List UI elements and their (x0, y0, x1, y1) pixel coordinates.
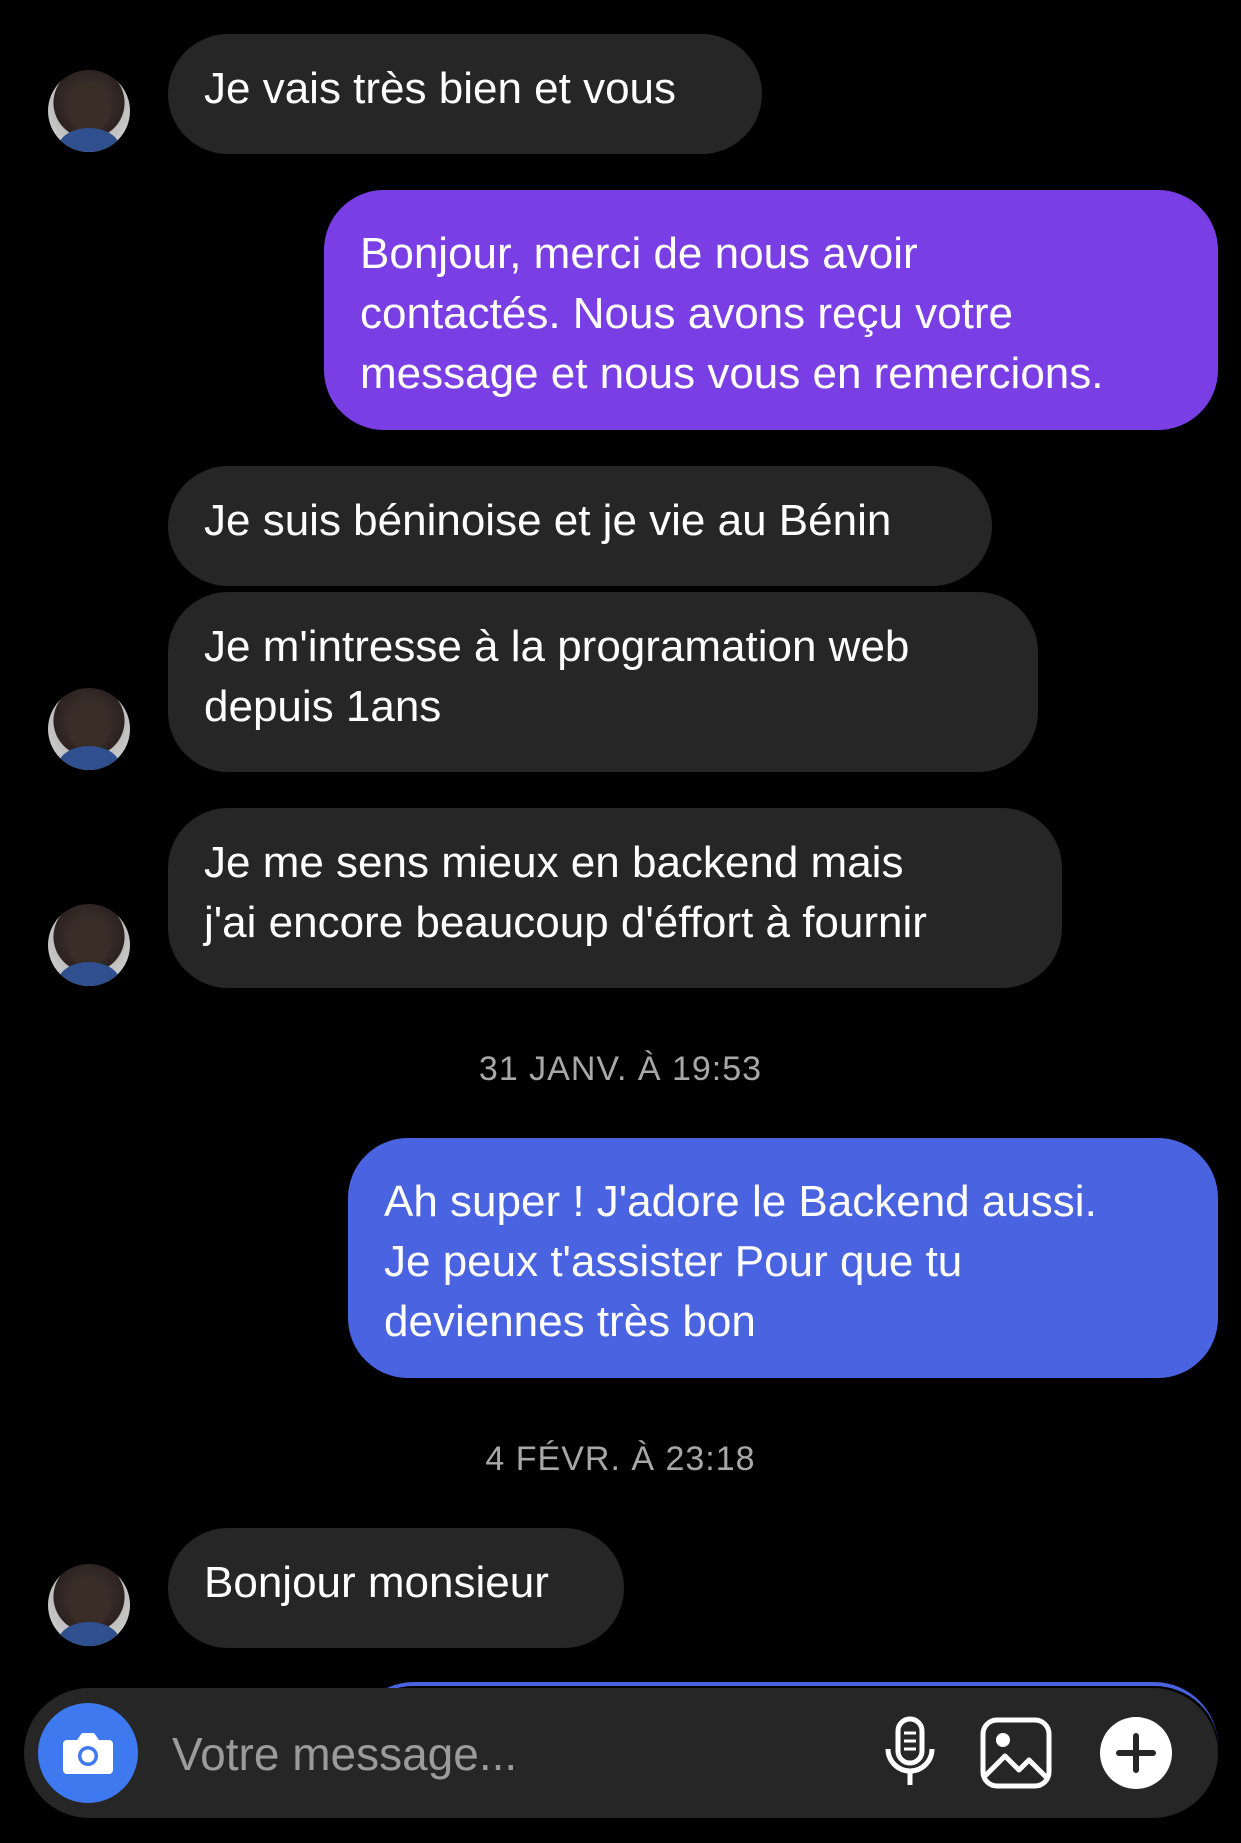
timestamp: 31 JANV. À 19:53 (478, 1050, 763, 1088)
microphone-button[interactable] (870, 1713, 950, 1793)
incoming-message[interactable]: Je m'intresse à la programation web depu… (168, 592, 1038, 772)
incoming-message[interactable]: Je me sens mieux en backend mais j'ai en… (168, 808, 1062, 988)
avatar[interactable] (48, 1564, 130, 1646)
avatar[interactable] (48, 904, 130, 986)
outgoing-message[interactable]: Ah super ! J'adore le Backend aussi. Je … (348, 1138, 1218, 1378)
incoming-message[interactable]: Je vais très bien et vous (168, 34, 762, 154)
incoming-message[interactable]: Bonjour monsieur (168, 1528, 624, 1648)
incoming-message[interactable]: Je suis béninoise et je vie au Bénin (168, 466, 992, 586)
camera-button[interactable] (38, 1703, 138, 1803)
message-composer (24, 1688, 1218, 1818)
avatar[interactable] (48, 688, 130, 770)
avatar[interactable] (48, 70, 130, 152)
outgoing-message[interactable]: Bonjour, merci de nous avoir contactés. … (324, 190, 1218, 430)
message-input[interactable] (170, 1718, 874, 1790)
camera-icon (63, 1733, 113, 1774)
add-button[interactable] (1096, 1713, 1176, 1793)
gallery-button[interactable] (976, 1713, 1056, 1793)
microphone-icon (885, 1716, 935, 1785)
image-icon (980, 1717, 1052, 1789)
timestamp: 4 FÉVR. À 23:18 (485, 1440, 756, 1478)
plus-icon (1100, 1717, 1172, 1789)
